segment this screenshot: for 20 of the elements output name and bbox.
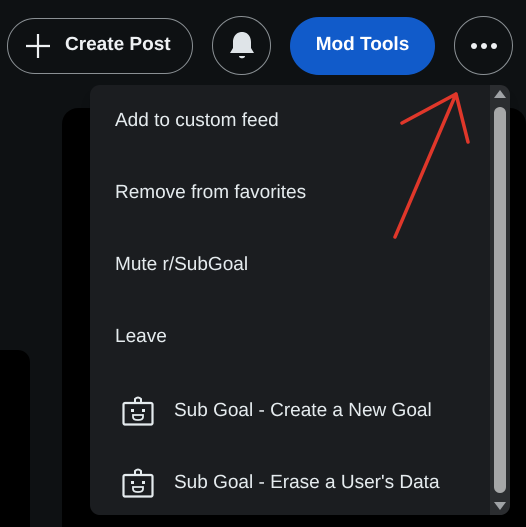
- scrollbar-thumb[interactable]: [494, 107, 506, 493]
- scrollbar[interactable]: [490, 85, 510, 515]
- menu-item[interactable]: Leave: [90, 301, 490, 373]
- bell-icon: [228, 30, 256, 60]
- menu-item[interactable]: Add to custom feed: [90, 85, 490, 157]
- more-icon: [470, 42, 496, 48]
- more-options-button[interactable]: [454, 16, 513, 75]
- menu-item[interactable]: Mute r/SubGoal: [90, 229, 490, 301]
- create-post-label: Create Post: [65, 33, 171, 58]
- mod-tools-button[interactable]: Mod Tools: [290, 16, 435, 74]
- menu-item[interactable]: Remove from favorites: [90, 157, 490, 229]
- bot-icon: [122, 468, 154, 498]
- menu-item[interactable]: Sub Goal - Erase a User's Data: [90, 447, 490, 515]
- plus-icon: [25, 32, 51, 58]
- notifications-button[interactable]: [212, 16, 271, 75]
- scroll-up-icon[interactable]: [493, 89, 507, 99]
- menu-item[interactable]: Sub Goal - Create a New Goal: [90, 375, 490, 447]
- create-post-button[interactable]: Create Post: [7, 18, 193, 74]
- scroll-down-icon[interactable]: [493, 501, 507, 511]
- bot-icon: [122, 396, 154, 426]
